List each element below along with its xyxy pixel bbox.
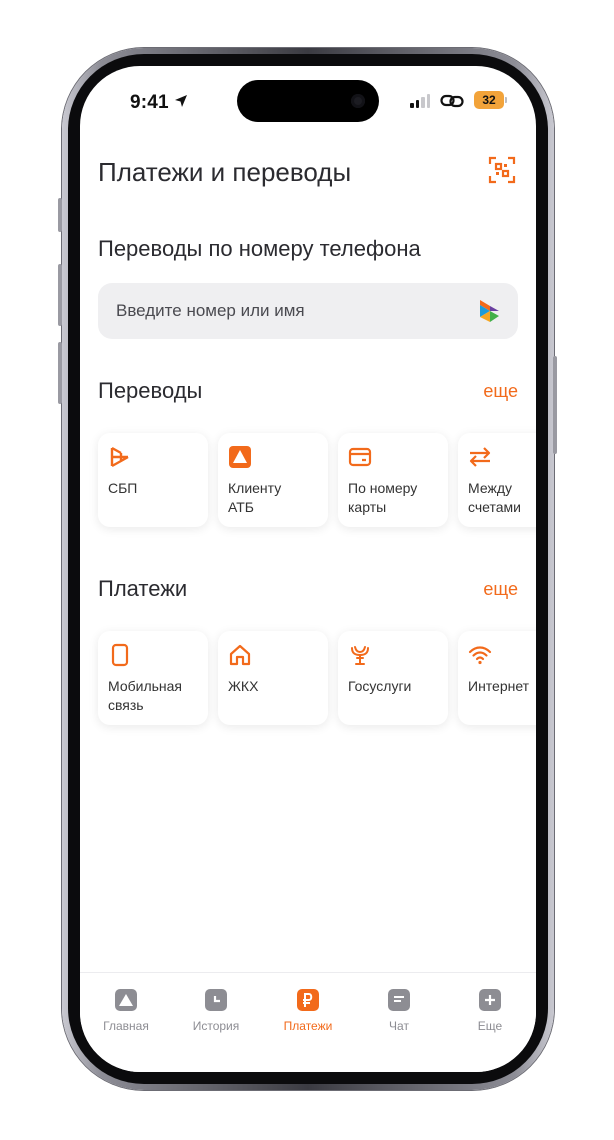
home-logo-icon — [115, 989, 137, 1011]
battery-indicator: 32 — [474, 91, 504, 109]
transfer-card-label: По номеру карты — [348, 480, 418, 515]
app-screen: 9:41 32 Платежи и переводы Переводы по н… — [80, 66, 536, 1072]
atb-logo-icon — [229, 446, 251, 468]
payments-title: Платежи — [98, 576, 188, 601]
transfer-card-by-card[interactable]: По номеру карты — [338, 433, 448, 527]
tab-label: Еще — [477, 1019, 503, 1033]
power-button — [553, 356, 557, 454]
emblem-icon — [351, 646, 369, 665]
volume-down-button — [58, 342, 62, 404]
ruble-icon — [297, 989, 319, 1011]
transfers-title: Переводы — [98, 378, 203, 403]
transfers-more-link[interactable]: еще — [483, 381, 518, 402]
tab-label: История — [192, 1019, 240, 1033]
payment-card-internet[interactable]: Интернет — [458, 631, 536, 725]
payment-card-label: ЖКХ — [228, 678, 259, 694]
tab-chat[interactable]: Чат — [359, 989, 439, 1033]
phone-transfer-title: Переводы по номеру телефона — [98, 236, 421, 261]
dynamic-island — [237, 80, 379, 122]
transfer-card-label: Между счетами — [468, 480, 521, 515]
mobile-phone-icon — [111, 643, 129, 667]
swap-arrows-icon — [469, 447, 491, 467]
tab-history[interactable]: История — [176, 989, 256, 1033]
status-time: 9:41 — [130, 92, 169, 113]
transfer-card-between-accounts[interactable]: Между счетами — [458, 433, 536, 527]
transfer-card-label: СБП — [108, 480, 138, 496]
tab-bar: Главная История Платежи Чат Еще — [80, 972, 536, 1072]
transfer-card-atb[interactable]: Клиенту АТБ — [218, 433, 328, 527]
transfer-card-sbp[interactable]: СБП — [98, 433, 208, 527]
tab-home[interactable]: Главная — [86, 989, 166, 1033]
phone-search-input[interactable] — [116, 301, 478, 321]
location-arrow-icon — [175, 95, 187, 107]
volume-up-button — [58, 264, 62, 326]
action-button — [58, 198, 62, 232]
chat-icon — [388, 989, 410, 1011]
transfer-card-label: Клиенту АТБ — [228, 480, 282, 515]
battery-tip — [505, 97, 507, 103]
sbp-logo-icon[interactable] — [478, 298, 500, 324]
tab-label: Платежи — [283, 1019, 333, 1033]
clock-icon — [205, 989, 227, 1011]
payment-card-mobile[interactable]: Мобильная связь — [98, 631, 208, 725]
payment-card-gosuslugi[interactable]: Госуслуги — [338, 631, 448, 725]
plus-icon — [479, 989, 501, 1011]
payment-card-label: Интернет — [468, 678, 530, 694]
qr-scan-icon[interactable] — [488, 156, 516, 184]
sbp-icon — [110, 446, 129, 468]
page-title: Платежи и переводы — [98, 157, 352, 187]
phone-search-field[interactable] — [98, 283, 518, 339]
payment-card-utilities[interactable]: ЖКХ — [218, 631, 328, 725]
link-icon — [440, 94, 464, 108]
transfers-cards: СБП Клиенту АТБ По номеру карты Между сч… — [98, 433, 536, 527]
tab-label: Чат — [389, 1019, 409, 1033]
wifi-icon — [468, 646, 492, 665]
payments-cards: Мобильная связь ЖКХ Госуслуги Интернет — [98, 631, 536, 725]
tab-label: Главная — [103, 1019, 149, 1033]
cellular-signal-icon — [410, 94, 430, 108]
payment-card-label: Госуслуги — [348, 678, 412, 694]
house-icon — [229, 644, 251, 666]
card-icon — [348, 447, 372, 467]
tab-payments[interactable]: Платежи — [268, 989, 348, 1033]
payments-more-link[interactable]: еще — [483, 579, 518, 600]
tab-more[interactable]: Еще — [450, 989, 530, 1033]
payment-card-label: Мобильная связь — [108, 678, 183, 713]
